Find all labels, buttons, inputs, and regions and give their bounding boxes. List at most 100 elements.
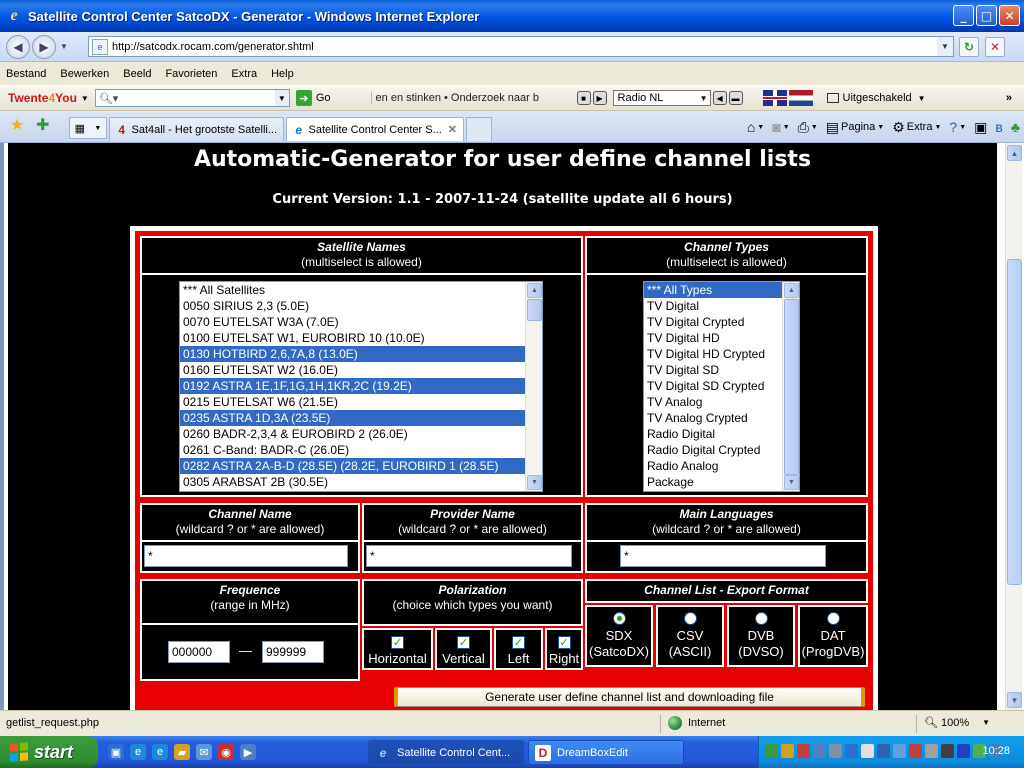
chevron-down-icon[interactable]: ▼ [94,125,101,132]
scroll-up-icon[interactable]: ▲ [527,283,542,298]
taskbar-item-ie[interactable]: e Satellite Control Cent... [368,740,524,765]
news-ticker[interactable]: en en stinken • Onderzoek naar b [370,92,567,104]
scroll-up-icon[interactable]: ▲ [784,283,799,298]
tray-icon[interactable] [813,744,826,758]
frequence-to-input[interactable]: 999999 [262,641,324,663]
tray-icon[interactable] [845,744,858,758]
list-option[interactable]: 0192 ASTRA 1E,1F,1G,1H,1KR,2C (19.2E) [180,378,542,394]
tray-icon[interactable] [893,744,906,758]
toolbar-overflow-icon[interactable]: » [1006,92,1012,104]
channel-types-select-list[interactable]: *** All Types TV Digital TV Digital Crypte… [643,281,800,492]
bluetooth-icon[interactable] [957,744,970,758]
uk-flag-icon[interactable] [762,90,787,106]
tray-icon[interactable] [861,744,874,758]
frequence-from-input[interactable]: 000000 [168,641,230,663]
list-option[interactable]: 0100 EUTELSAT W1, EUROBIRD 10 (10.0E) [180,330,542,346]
list-option[interactable]: Radio Analog [644,458,799,474]
security-zone[interactable]: Internet [668,716,725,730]
minimize-player-icon[interactable]: ▬ [728,91,743,105]
list-option[interactable]: Radio Digital [644,426,799,442]
window-title-bar[interactable]: e Satellite Control Center SatcoDX - Gen… [0,0,1024,32]
list-option[interactable]: TV Analog Crypted [644,410,799,426]
page-scrollbar[interactable]: ▲ ▼ [1005,143,1022,710]
minimize-button[interactable]: _ [953,5,974,26]
stop-icon[interactable]: ■ [576,91,591,105]
page-menu-button[interactable]: ▤ Pagina ▼ [826,119,884,136]
list-option[interactable]: 0305 ARABSAT 2B (30.5E) [180,474,542,490]
tray-icon[interactable] [909,744,922,758]
menu-extra[interactable]: Extra [231,68,257,80]
satellite-select-list[interactable]: *** All Satellites 0050 SIRIUS 2,3 (5.0E)… [179,281,543,492]
csv-radio[interactable] [683,612,697,625]
url-dropdown-icon[interactable]: ▼ [937,37,953,56]
messenger-button[interactable]: ♣ [1011,119,1020,135]
list-option[interactable]: 0070 EUTELSAT W3A (7.0E) [180,314,542,330]
list-option[interactable]: TV Digital Crypted [644,314,799,330]
refresh-button[interactable]: ↻ [959,37,979,57]
scroll-up-icon[interactable]: ▲ [1007,145,1022,161]
new-tab-button[interactable] [466,117,492,141]
polarization-vertical[interactable]: ✓ Vertical [435,628,492,670]
list-option[interactable]: *** All Types [644,282,799,298]
forward-button[interactable]: ▶ [32,34,56,59]
twente4you-logo[interactable]: Twente4You [8,91,77,105]
list-option[interactable]: TV Digital SD Crypted [644,378,799,394]
sdx-radio[interactable] [612,612,626,625]
list-option[interactable]: *** All Satellites [180,282,542,298]
player-icon[interactable]: ▶ [240,744,256,760]
list-option[interactable]: TV Digital HD Crypted [644,346,799,362]
help-button[interactable]: ? ▼ [949,119,966,135]
ie-icon[interactable]: e [130,744,146,760]
list-option[interactable]: 0215 EUTELSAT W6 (21.5E) [180,394,542,410]
go-button[interactable]: Go [316,92,331,104]
channel-types-scrollbar[interactable]: ▲ ▼ [782,282,799,491]
list-option[interactable]: 0050 SIRIUS 2,3 (5.0E) [180,298,542,314]
volume-icon[interactable]: ◀ [712,91,727,105]
desktop-icon[interactable]: ▣ [108,744,124,760]
satellite-list-scrollbar[interactable]: ▲ ▼ [525,282,542,491]
list-option[interactable]: Package [644,474,799,490]
tab-sat4all[interactable]: 4 Sat4all - Het grootste Satelli... [109,117,284,141]
ie-icon[interactable]: e [152,744,168,760]
list-option[interactable]: TV Digital HD [644,330,799,346]
tab-close-icon[interactable]: ✕ [448,123,457,136]
maximize-button[interactable]: □ [976,5,997,26]
scroll-thumb[interactable] [527,299,542,321]
polarization-horizontal[interactable]: ✓ Horizontal [362,628,433,670]
start-button[interactable]: start [0,736,98,768]
list-option[interactable]: TV Analog [644,394,799,410]
tray-icon[interactable] [925,744,938,758]
polarization-right[interactable]: ✓ Right [545,628,583,670]
left-checkbox[interactable]: ✓ [512,636,525,649]
scroll-thumb[interactable] [784,299,799,475]
back-button[interactable]: ◀ [6,34,30,59]
list-option[interactable]: 0282 ASTRA 2A-B-D (28.5E) (28.2E, EUROBI… [180,458,542,474]
feeds-button[interactable]: ◙ ▼ [772,119,789,135]
url-text[interactable]: http://satcodx.rocam.com/generator.shtml [112,41,314,53]
tray-icon[interactable] [765,744,778,758]
add-favorite-icon[interactable]: ✚ [36,118,49,134]
export-sdx[interactable]: SDX (SatcoDX) [585,605,653,667]
list-option[interactable]: 0261 C-Band: BADR-C (26.0E) [180,442,542,458]
scroll-thumb[interactable] [1007,259,1022,585]
folder-icon[interactable]: ▰ [174,744,190,760]
list-option[interactable]: 0235 ASTRA 1D,3A (23.5E) [180,410,542,426]
radio-station-select[interactable]: Radio NL ▼ [612,90,711,106]
tray-icon[interactable] [941,744,954,758]
menu-bestand[interactable]: Bestand [6,68,46,80]
tools-menu-button[interactable]: ⚙ Extra ▼ [892,119,941,136]
research-button[interactable]: ▣ [974,119,987,136]
chevron-down-icon[interactable]: ▼ [81,94,89,103]
mail-icon[interactable]: ✉ [196,744,212,760]
polarization-left[interactable]: ✓ Left [494,628,543,670]
tray-icon[interactable] [829,744,842,758]
stop-button[interactable]: ✕ [985,37,1005,57]
menu-bewerken[interactable]: Bewerken [60,68,109,80]
main-languages-input[interactable]: * [620,545,826,567]
export-dvb[interactable]: DVB (DVSO) [727,605,795,667]
channel-name-input[interactable]: * [144,545,348,567]
menu-favorieten[interactable]: Favorieten [165,68,217,80]
vertical-checkbox[interactable]: ✓ [457,636,470,649]
close-button[interactable]: ✕ [999,5,1020,26]
chevron-down-icon[interactable]: ▼ [982,718,990,727]
